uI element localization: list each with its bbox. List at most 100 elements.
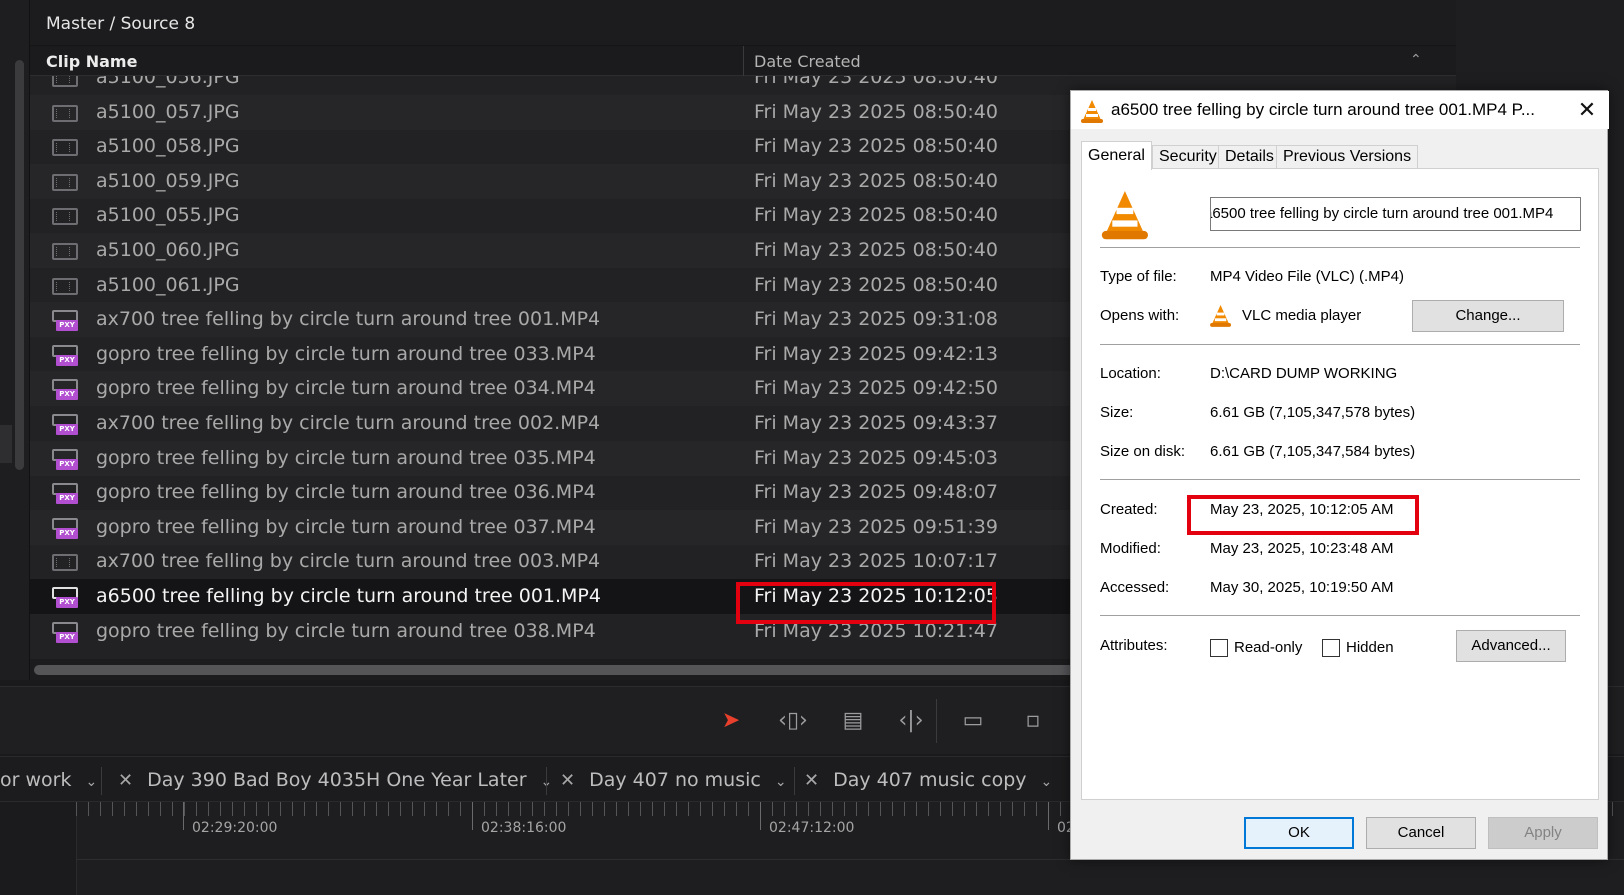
film-clip-icon bbox=[52, 552, 78, 572]
dialog-titlebar[interactable]: a6500 tree felling by circle turn around… bbox=[1071, 91, 1609, 129]
proxy-clip-icon: PXY bbox=[52, 587, 78, 608]
clip-name: ax700 tree felling by circle turn around… bbox=[96, 412, 601, 434]
clip-date-created: Fri May 23 2025 08:50:40 bbox=[754, 204, 998, 227]
clip-name: a6500 tree felling by circle turn around… bbox=[96, 585, 601, 607]
tab-divider bbox=[546, 767, 547, 795]
apply-button[interactable]: Apply bbox=[1488, 817, 1598, 849]
chevron-down-icon[interactable]: ⌄ bbox=[775, 774, 787, 790]
panel-marker bbox=[0, 425, 12, 463]
clip-date-created: Fri May 23 2025 09:45:03 bbox=[754, 446, 998, 469]
ok-button[interactable]: OK bbox=[1244, 817, 1354, 849]
modified-label: Modified: bbox=[1100, 540, 1161, 557]
ruler-major-tick bbox=[183, 802, 184, 830]
clip-date-created: Fri May 23 2025 08:50:40 bbox=[754, 76, 998, 88]
created-label: Created: bbox=[1100, 501, 1158, 518]
clip-name: a5100_056.JPG bbox=[96, 76, 240, 88]
tab-label: Day 390 Bad Boy 4035H One Year Later bbox=[147, 769, 527, 791]
tab-previous-versions[interactable]: Previous Versions bbox=[1276, 145, 1419, 169]
attributes-label: Attributes: bbox=[1100, 637, 1168, 654]
proxy-clip-icon: PXY bbox=[52, 379, 78, 401]
location-label: Location: bbox=[1100, 365, 1161, 382]
clip-date-created: Fri May 23 2025 09:42:13 bbox=[754, 342, 998, 365]
trim-edit-icon[interactable]: ‹▯› bbox=[772, 705, 814, 737]
type-of-file-label: Type of file: bbox=[1100, 268, 1177, 285]
proxy-clip-icon: PXY bbox=[52, 344, 78, 366]
clip-date-created: Fri May 23 2025 08:50:40 bbox=[754, 273, 998, 296]
highlight-box-date bbox=[736, 582, 996, 624]
column-date-created[interactable]: Date Created bbox=[754, 52, 861, 71]
blade-tool-icon[interactable]: ▤ bbox=[832, 705, 874, 737]
advanced-button[interactable]: Advanced... bbox=[1456, 630, 1566, 662]
proxy-clip-icon: PXY bbox=[52, 483, 78, 505]
clip-date-created: Fri May 23 2025 09:42:50 bbox=[754, 377, 998, 400]
cancel-button[interactable]: Cancel bbox=[1366, 817, 1476, 849]
clip-date-created: Fri May 23 2025 08:50:40 bbox=[754, 169, 998, 192]
chevron-down-icon[interactable]: ⌄ bbox=[85, 774, 97, 790]
film-clip-icon bbox=[52, 241, 78, 261]
left-panel-strip bbox=[0, 0, 30, 680]
close-icon[interactable]: ✕ bbox=[560, 770, 575, 791]
clip-name: gopro tree felling by circle turn around… bbox=[96, 377, 596, 400]
proxy-clip-icon: PXY bbox=[52, 414, 78, 435]
clip-name: gopro tree felling by circle turn around… bbox=[96, 446, 596, 469]
tab-label: Day 407 no music bbox=[589, 769, 761, 791]
tab-divider bbox=[101, 767, 102, 795]
film-clip-icon bbox=[52, 276, 78, 296]
proxy-clip-icon: PXY bbox=[52, 310, 78, 332]
timeline-tab-0[interactable]: or work ⌄ bbox=[0, 757, 97, 803]
sort-ascending-icon[interactable]: ⌃ bbox=[1410, 52, 1422, 68]
divider bbox=[1100, 344, 1580, 345]
clip-date-created: Fri May 23 2025 09:48:07 bbox=[754, 481, 998, 504]
hidden-label[interactable]: Hidden bbox=[1346, 639, 1394, 656]
selection-pointer-icon[interactable]: ➤ bbox=[710, 705, 752, 737]
clip-name: a5100_057.JPG bbox=[96, 100, 240, 123]
film-clip-icon bbox=[52, 206, 78, 226]
vertical-scrollbar[interactable] bbox=[15, 60, 24, 470]
ruler-timecode: 02:38:16:00 bbox=[481, 820, 567, 836]
timeline-tab-1[interactable]: ✕Day 390 Bad Boy 4035H One Year Later⌄ bbox=[118, 757, 552, 803]
modified-value: May 23, 2025, 10:23:48 AM bbox=[1210, 540, 1394, 557]
clip-date-created: Fri May 23 2025 09:43:37 bbox=[754, 412, 998, 434]
clip-name: ax700 tree felling by circle turn around… bbox=[96, 308, 601, 331]
highlight-box-created bbox=[1187, 495, 1419, 535]
tab-security[interactable]: Security bbox=[1152, 145, 1224, 169]
close-icon[interactable]: ✕ bbox=[804, 770, 819, 791]
hidden-checkbox[interactable] bbox=[1322, 639, 1340, 657]
change-button[interactable]: Change... bbox=[1412, 300, 1564, 332]
clip-name: gopro tree felling by circle turn around… bbox=[96, 515, 596, 538]
ruler-major-tick bbox=[760, 802, 761, 830]
column-clip-name[interactable]: Clip Name bbox=[46, 52, 137, 71]
read-only-label[interactable]: Read-only bbox=[1234, 639, 1302, 656]
opens-with-value: VLC media player bbox=[1242, 307, 1362, 324]
proxy-clip-icon: PXY bbox=[52, 448, 78, 470]
close-icon[interactable]: ✕ bbox=[1569, 95, 1605, 125]
film-clip-icon bbox=[52, 137, 78, 157]
clip-date-created: Fri May 23 2025 08:50:40 bbox=[754, 100, 998, 123]
opens-with-label: Opens with: bbox=[1100, 307, 1180, 324]
clip-name: gopro tree felling by circle turn around… bbox=[96, 342, 596, 365]
file-name-input[interactable]: a6500 tree felling by circle turn around… bbox=[1210, 197, 1581, 231]
dynamic-trim-icon[interactable]: ‹|› bbox=[890, 705, 932, 737]
ruler-timecode: 02:29:20:00 bbox=[192, 820, 278, 836]
film-clip-icon bbox=[52, 172, 78, 192]
clip-name: gopro tree felling by circle turn around… bbox=[96, 481, 596, 504]
tab-general[interactable]: General bbox=[1081, 141, 1152, 170]
dialog-title: a6500 tree felling by circle turn around… bbox=[1111, 100, 1535, 119]
column-divider[interactable] bbox=[743, 46, 744, 76]
insert-clip-icon[interactable]: ▭ bbox=[952, 705, 994, 737]
clip-name: ax700 tree felling by circle turn around… bbox=[96, 550, 601, 573]
accessed-label: Accessed: bbox=[1100, 579, 1170, 596]
tab-details[interactable]: Details bbox=[1218, 145, 1281, 169]
timeline-tab-3[interactable]: ✕ Day 407 music copy ⌄ bbox=[804, 757, 1052, 803]
location-value: D:\CARD DUMP WORKING bbox=[1210, 365, 1398, 382]
timeline-tab-2[interactable]: ✕ Day 407 no music ⌄ bbox=[560, 757, 787, 803]
clip-name: a5100_055.JPG bbox=[96, 204, 240, 227]
clip-date-created: Fri May 23 2025 10:07:17 bbox=[754, 550, 998, 573]
general-tab-panel: a6500 tree felling by circle turn around… bbox=[1081, 168, 1599, 800]
breadcrumb[interactable]: Master / Source 8 bbox=[30, 0, 1456, 46]
chevron-down-icon[interactable]: ⌄ bbox=[1041, 774, 1053, 790]
overwrite-clip-icon[interactable]: ▫ bbox=[1012, 705, 1054, 737]
read-only-checkbox[interactable] bbox=[1210, 639, 1228, 657]
close-icon[interactable]: ✕ bbox=[118, 770, 133, 791]
size-on-disk-value: 6.61 GB (7,105,347,584 bytes) bbox=[1210, 443, 1416, 460]
